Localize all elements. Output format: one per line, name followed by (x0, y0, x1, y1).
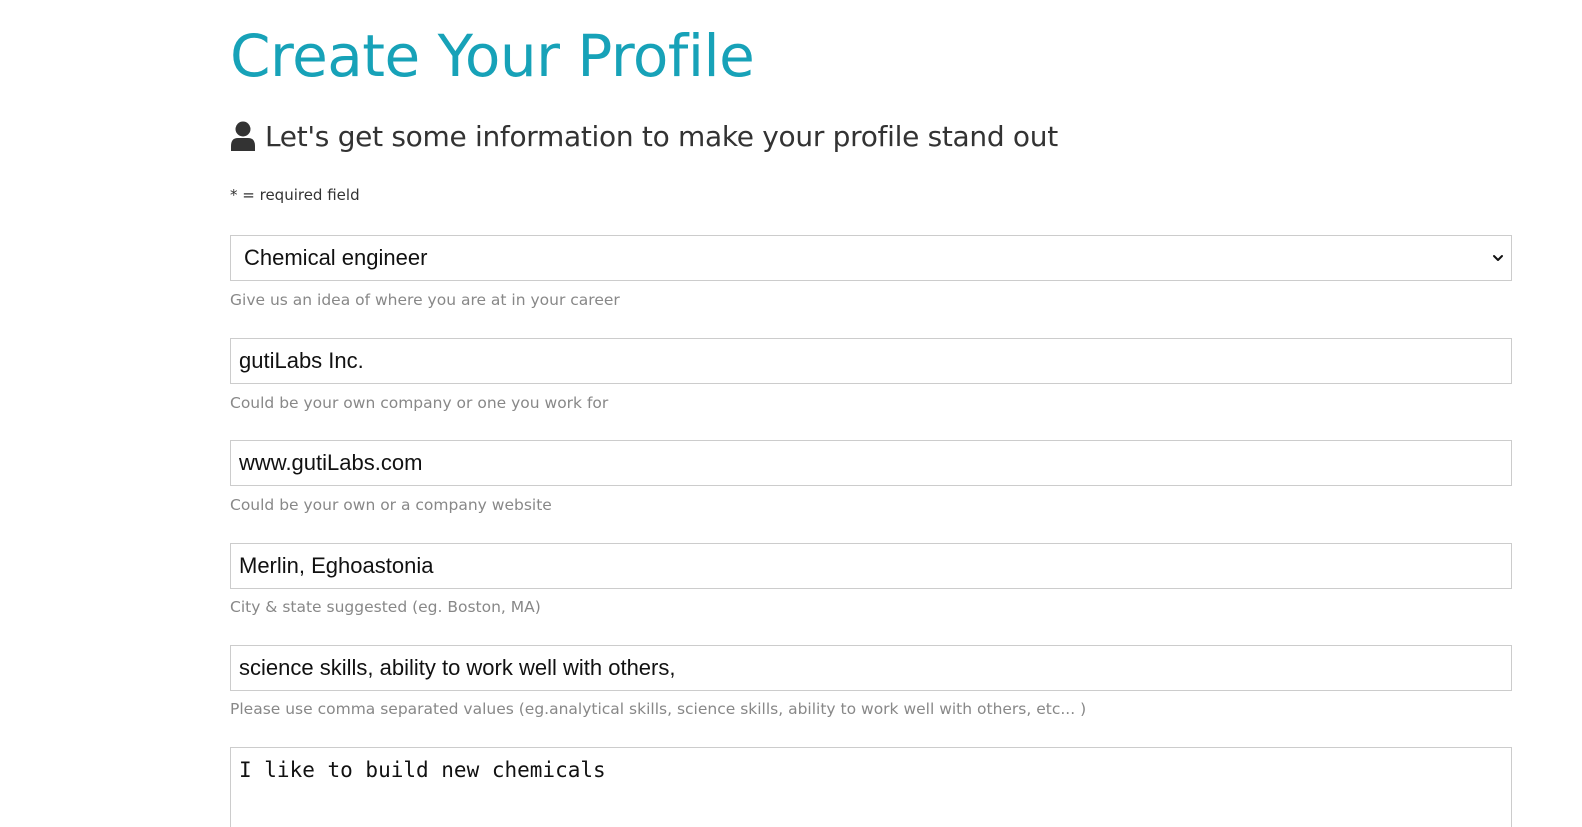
company-help-text: Could be your own company or one you wor… (230, 394, 609, 412)
status-help-text: Give us an idea of where you are at in y… (230, 291, 620, 309)
bio-textarea-value: I like to build new chemicals (239, 758, 606, 782)
website-input[interactable]: www.gutiLabs.com (230, 440, 1512, 486)
skills-input-value: science skills, ability to work well wit… (239, 655, 676, 680)
location-input-value: Merlin, Eghoastonia (239, 553, 434, 578)
skills-input[interactable]: science skills, ability to work well wit… (230, 645, 1512, 691)
skills-help-text: Please use comma separated values (eg.an… (230, 700, 1087, 718)
lead-text: Let's get some information to make your … (265, 119, 1058, 153)
required-field-note: * = required field (230, 186, 360, 204)
website-input-value: www.gutiLabs.com (239, 450, 423, 475)
website-help-text: Could be your own or a company website (230, 496, 552, 514)
location-help-text: City & state suggested (eg. Boston, MA) (230, 598, 541, 616)
page-title: Create Your Profile (230, 22, 755, 90)
company-input[interactable]: gutiLabs Inc. (230, 338, 1512, 384)
company-input-value: gutiLabs Inc. (239, 348, 364, 373)
bio-textarea[interactable]: I like to build new chemicals (230, 747, 1512, 827)
status-select-value: Chemical engineer (244, 245, 428, 270)
status-select[interactable]: Chemical engineer (230, 235, 1512, 281)
lead-paragraph: Let's get some information to make your … (230, 114, 1058, 158)
chevron-down-icon (1493, 255, 1503, 261)
user-icon (231, 121, 255, 151)
location-input[interactable]: Merlin, Eghoastonia (230, 543, 1512, 589)
